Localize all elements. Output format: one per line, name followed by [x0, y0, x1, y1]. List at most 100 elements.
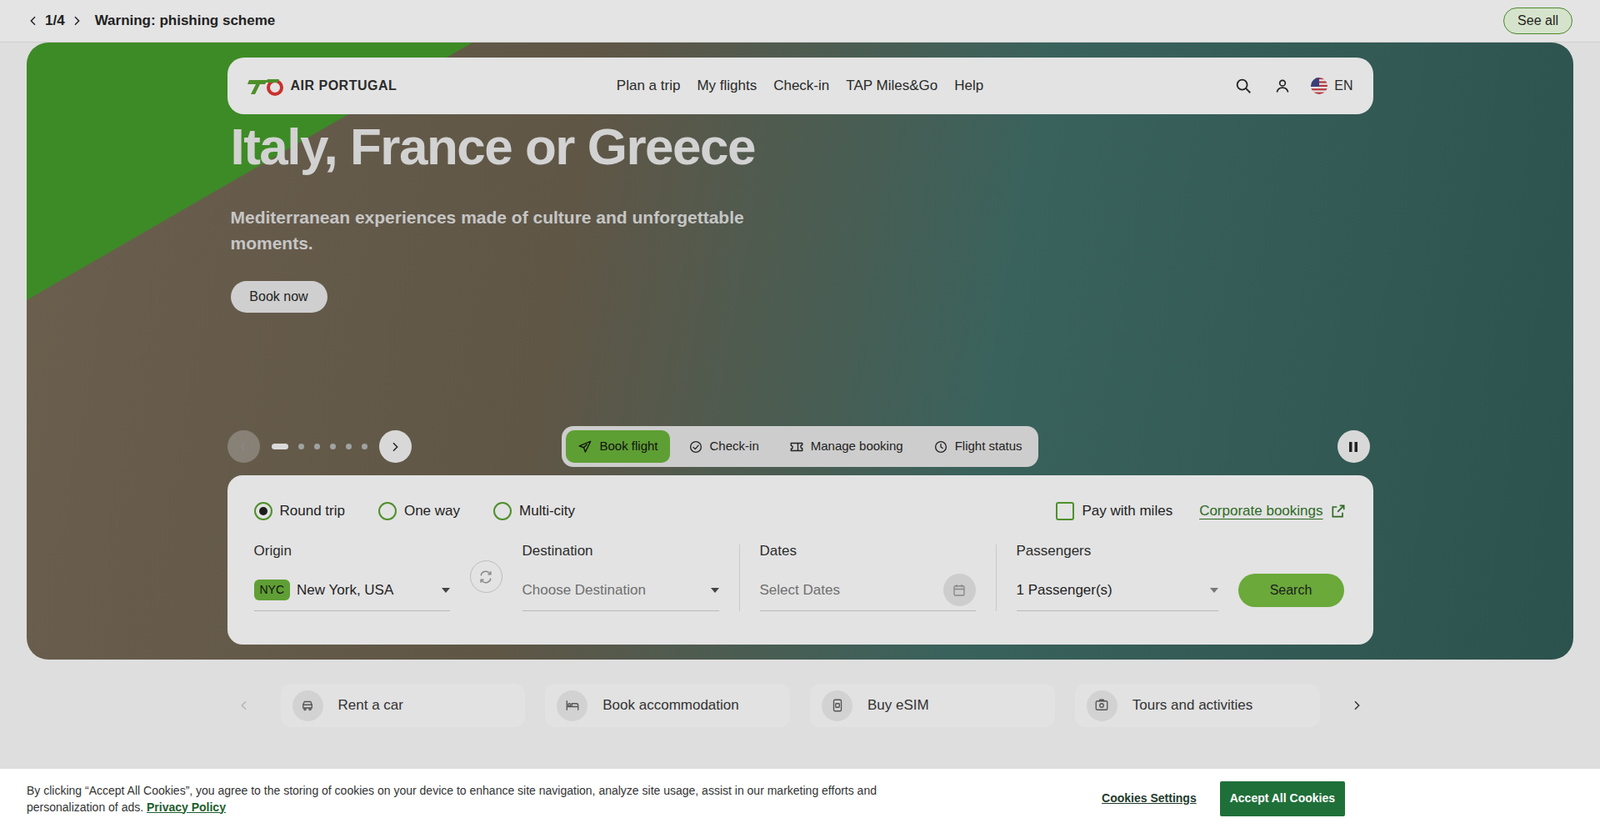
field-separator: [995, 544, 997, 611]
cookie-banner: By clicking “Accept All Cookies”, you ag…: [0, 768, 1600, 828]
quick-link-card[interactable]: Buy eSIM: [810, 683, 1055, 727]
nav-links: Plan a trip My flights Check-in TAP Miles&G…: [616, 75, 984, 97]
quick-link-label: Buy eSIM: [867, 694, 930, 716]
previous-alert-button[interactable]: [25, 12, 42, 30]
quick-link-label: Book accommodation: [602, 694, 739, 716]
trip-type-radio[interactable]: [378, 501, 397, 520]
trip-type-option[interactable]: Multi-city: [493, 500, 575, 522]
external-link-icon: [1330, 502, 1347, 520]
corporate-bookings-link[interactable]: Corporate bookings: [1199, 500, 1346, 522]
slide-indicator[interactable]: [271, 443, 289, 450]
trip-type-radio[interactable]: [254, 501, 273, 520]
ticket-icon: [789, 439, 805, 455]
next-alert-button[interactable]: [68, 12, 85, 30]
booking-tab[interactable]: Book flight: [565, 430, 670, 463]
dates-field[interactable]: Dates: [760, 541, 976, 611]
carousel-controls: Book flight Check-in Manage booking Flight …: [227, 425, 1374, 467]
chevron-left-icon: [236, 440, 250, 454]
trip-type-label: Round trip: [280, 500, 345, 522]
quick-link-card[interactable]: Tours and activities: [1075, 683, 1320, 727]
check-circle-icon: [688, 439, 704, 455]
search-button[interactable]: [1232, 75, 1255, 97]
booking-tab[interactable]: Manage booking: [777, 430, 915, 463]
trip-type-label: Multi-city: [519, 500, 575, 522]
booking-tab[interactable]: Check-in: [676, 430, 771, 463]
pay-with-miles-checkbox[interactable]: [1055, 501, 1075, 520]
cookies-settings-button[interactable]: Cookies Settings: [1101, 789, 1197, 807]
accept-cookies-button[interactable]: Accept All Cookies: [1220, 780, 1345, 816]
chevron-right-icon: [1350, 698, 1364, 712]
hero-banner: AIR PORTUGAL Plan a trip My flights Check-…: [26, 42, 1574, 660]
booking-tab-icon: [933, 439, 949, 455]
language-code: EN: [1334, 75, 1353, 96]
quick-link-icon-holder: [821, 690, 853, 721]
trip-type-option[interactable]: Round trip: [254, 500, 345, 522]
origin-value: New York, USA: [296, 579, 435, 601]
calendar-button[interactable]: [943, 573, 976, 606]
user-icon: [1274, 77, 1291, 95]
hero-subtitle: Mediterranean experiences made of cultur…: [230, 204, 781, 256]
carousel-next-button[interactable]: [379, 430, 412, 463]
booking-tab-icon: [688, 439, 704, 455]
slide-indicator[interactable]: [345, 443, 352, 450]
swap-airports-button[interactable]: [470, 560, 503, 593]
see-all-button[interactable]: See all: [1503, 7, 1573, 35]
destination-input[interactable]: [522, 579, 705, 601]
book-now-button[interactable]: Book now: [230, 280, 328, 313]
hero-title: Italy, France or Greece: [230, 116, 1374, 176]
caret-down-icon: [441, 587, 450, 593]
trip-type-label: One way: [404, 500, 460, 522]
carousel-prev-button[interactable]: [227, 430, 260, 463]
slide-indicator[interactable]: [314, 443, 320, 450]
us-flag-icon: [1310, 77, 1328, 95]
passengers-label: Passengers: [1016, 541, 1219, 560]
trip-type-option[interactable]: One way: [378, 500, 460, 522]
booking-tab-label: Flight status: [955, 436, 1023, 456]
pay-with-miles-option[interactable]: Pay with miles: [1055, 500, 1173, 522]
account-button[interactable]: [1272, 75, 1293, 96]
slide-indicator[interactable]: [361, 443, 368, 450]
chevron-left-icon: [26, 14, 40, 28]
tours-icon: [1094, 697, 1110, 713]
quick-links-next-button[interactable]: [1340, 688, 1374, 722]
swap-icon: [477, 568, 495, 585]
origin-field[interactable]: Origin NYC New York, USA: [254, 541, 450, 611]
booking-tab[interactable]: Flight status: [921, 430, 1035, 463]
nav-link[interactable]: Plan a trip: [616, 75, 681, 97]
slide-indicator[interactable]: [330, 443, 336, 450]
plane-icon: [577, 439, 593, 455]
nav-link[interactable]: My flights: [696, 75, 757, 97]
quick-link-icon-holder: [292, 690, 324, 721]
alert-bar: 1/4 Warning: phishing scheme See all: [0, 0, 1600, 43]
quick-link-card[interactable]: Rent a car: [280, 683, 526, 727]
caret-down-icon: [1210, 587, 1219, 593]
nav-link[interactable]: TAP Miles&Go: [845, 75, 938, 97]
destination-field[interactable]: Destination: [522, 541, 720, 611]
quick-link-label: Tours and activities: [1132, 694, 1254, 716]
booking-tab-icon: [789, 439, 805, 455]
trip-type-radio[interactable]: [493, 501, 512, 520]
alert-message: Warning: phishing scheme: [95, 10, 276, 32]
alert-counter: 1/4: [45, 10, 65, 32]
quick-links-prev-button[interactable]: [227, 688, 261, 722]
search-icon: [1234, 76, 1253, 95]
nav-link[interactable]: Help: [954, 75, 984, 97]
nav-link[interactable]: Check-in: [773, 75, 830, 97]
chevron-right-icon: [388, 440, 402, 454]
tap-logo-icon: [247, 75, 285, 96]
chevron-left-icon: [237, 698, 251, 712]
language-selector[interactable]: EN: [1310, 75, 1353, 96]
privacy-policy-link[interactable]: Privacy Policy: [146, 800, 226, 814]
main-navbar: AIR PORTUGAL Plan a trip My flights Check-…: [227, 57, 1374, 115]
quick-link-card[interactable]: Book accommodation: [545, 683, 790, 727]
dates-input[interactable]: [760, 579, 937, 601]
booking-panel: Round trip One way Multi-city Pay with mil…: [227, 475, 1374, 645]
booking-tab-label: Check-in: [710, 436, 760, 456]
slide-indicator[interactable]: [298, 443, 305, 450]
logo[interactable]: AIR PORTUGAL: [247, 75, 617, 96]
carousel-pause-button[interactable]: [1337, 430, 1370, 463]
search-flights-button[interactable]: Search: [1238, 573, 1345, 607]
corporate-bookings-label: Corporate bookings: [1199, 500, 1323, 522]
passengers-field[interactable]: Passengers 1 Passenger(s): [1016, 541, 1219, 611]
clock-icon: [933, 439, 949, 455]
